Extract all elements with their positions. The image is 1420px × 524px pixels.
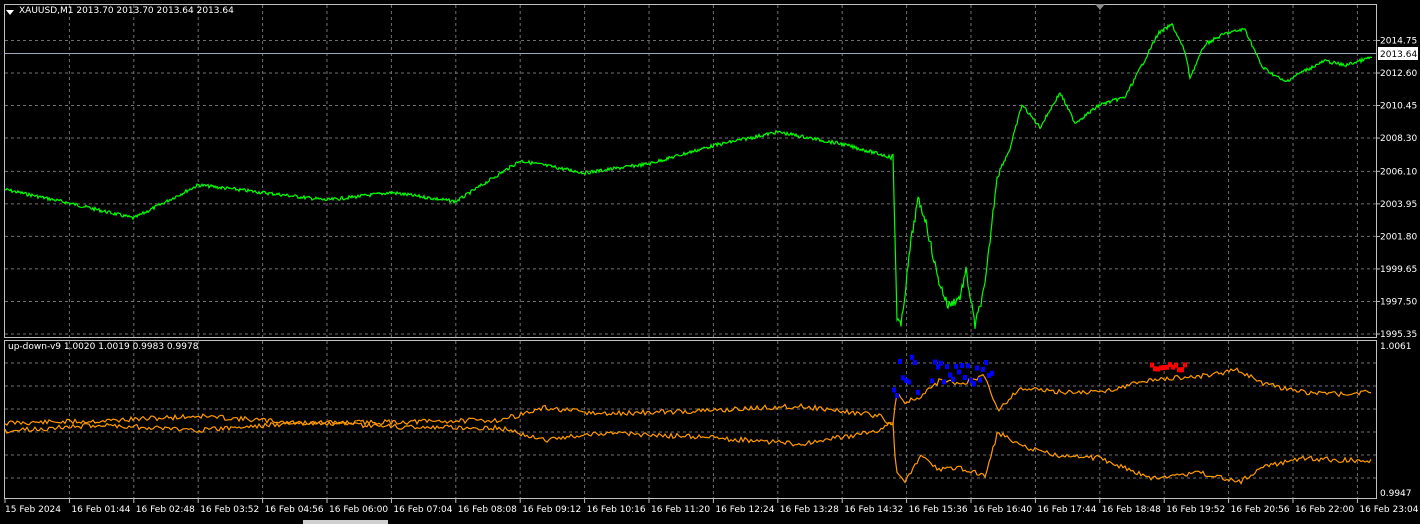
price-tick-label: 1995.35 xyxy=(1380,330,1417,340)
symbol-title: XAUUSD,M1 2013.70 2013.70 2013.64 2013.6… xyxy=(19,6,234,16)
up-signal-marker xyxy=(916,389,920,395)
up-signal-marker xyxy=(942,379,946,385)
time-tick-label: 16 Feb 16:40 xyxy=(973,505,1032,515)
price-tick-label: 2010.45 xyxy=(1380,102,1417,112)
indicator-lines xyxy=(4,367,1372,485)
price-line-group xyxy=(4,22,1373,329)
time-tick-label: 16 Feb 14:32 xyxy=(844,505,903,515)
up-signal-marker xyxy=(907,379,911,385)
time-tick-label: 16 Feb 20:56 xyxy=(1231,505,1290,515)
time-tick-label: 16 Feb 19:52 xyxy=(1166,505,1225,515)
up-signal-marker xyxy=(990,370,994,376)
time-tick-label: 16 Feb 08:08 xyxy=(458,505,517,515)
collapse-arrow-icon[interactable] xyxy=(6,10,14,15)
price-tick-label: 2014.75 xyxy=(1380,36,1417,46)
chart-grid xyxy=(5,5,1376,498)
chart-scroll-strip[interactable] xyxy=(303,520,388,524)
up-signal-marker xyxy=(963,375,967,380)
up-signal-marker xyxy=(945,364,949,370)
time-tick-label: 16 Feb 03:52 xyxy=(200,505,259,515)
price-tick-label: 2003.95 xyxy=(1380,200,1417,210)
up-signal-marker xyxy=(954,363,958,369)
up-signal-marker xyxy=(972,381,976,387)
up-signal-marker xyxy=(957,369,961,375)
indicator-axis-top: 1.0061 xyxy=(1380,342,1412,352)
current-price-label: 2013.64 xyxy=(1378,47,1418,60)
up-signal-marker xyxy=(960,363,964,368)
down-signal-marker xyxy=(1174,362,1178,368)
up-signal-marker xyxy=(898,358,902,364)
time-tick-label: 16 Feb 23:04 xyxy=(1359,505,1418,515)
up-signal-marker xyxy=(984,360,988,365)
price-tick-label: 2001.80 xyxy=(1380,232,1417,242)
indicator-lower-line xyxy=(4,419,1372,485)
time-tick-label: 16 Feb 06:00 xyxy=(329,505,388,515)
up-signal-marker xyxy=(939,360,943,366)
price-tick-label: 2006.10 xyxy=(1380,167,1417,177)
time-tick-label: 16 Feb 11:20 xyxy=(651,505,710,515)
chart-canvas: 2014.75 2012.60 2010.45 2008.30 2006.10 2003.… xyxy=(4,4,1419,515)
up-signal-marker xyxy=(975,365,979,371)
time-tick-label: 16 Feb 01:44 xyxy=(71,505,130,515)
time-tick-label: 16 Feb 02:48 xyxy=(136,505,195,515)
price-line xyxy=(4,22,1373,329)
chart-shift-marker-icon[interactable] xyxy=(1095,4,1105,10)
time-tick-label: 16 Feb 17:44 xyxy=(1037,505,1096,515)
down-signal-marker xyxy=(1180,367,1184,373)
price-tick-label: 1997.50 xyxy=(1380,297,1417,307)
up-signal-marker xyxy=(913,360,917,366)
time-tick-label: 16 Feb 15:36 xyxy=(909,505,968,515)
indicator-title: up-down-v9 1.0020 1.0019 0.9983 0.9978 xyxy=(8,342,199,352)
up-signal-marker xyxy=(895,393,899,399)
current-price-text: 2013.64 xyxy=(1380,50,1417,60)
up-signal-marker xyxy=(981,366,985,372)
price-tick-label: 1999.65 xyxy=(1380,265,1417,275)
up-signal-marker xyxy=(910,354,914,360)
time-tick-label: 16 Feb 07:04 xyxy=(393,505,452,515)
time-tick-label: 15 Feb 2024 xyxy=(5,505,61,515)
time-tick-label: 16 Feb 10:16 xyxy=(587,505,646,515)
up-signal-marker xyxy=(966,363,970,369)
time-tick-label: 16 Feb 22:00 xyxy=(1295,505,1354,515)
price-tick-label: 2012.60 xyxy=(1380,69,1417,79)
indicator-upper-line xyxy=(4,367,1372,427)
up-signal-marker xyxy=(933,359,937,365)
up-signal-marker xyxy=(951,376,955,382)
up-signal-marker xyxy=(930,378,934,384)
indicator-markers xyxy=(892,354,1187,399)
up-signal-marker xyxy=(892,387,896,393)
time-tick-label: 16 Feb 09:12 xyxy=(522,505,581,515)
time-axis: 15 Feb 2024 16 Feb 01:44 16 Feb 02:48 16 Fe… xyxy=(4,499,1419,515)
price-tick-label: 2008.30 xyxy=(1380,134,1417,144)
time-tick-label: 16 Feb 13:28 xyxy=(780,505,839,515)
time-tick-label: 16 Feb 04:56 xyxy=(265,505,324,515)
up-signal-marker xyxy=(978,377,982,383)
time-tick-label: 16 Feb 12:24 xyxy=(715,505,774,515)
down-signal-marker xyxy=(1183,362,1187,368)
time-tick-label: 16 Feb 18:48 xyxy=(1102,505,1161,515)
indicator-axis-bottom: 0.9947 xyxy=(1380,489,1412,499)
price-axis: 2014.75 2012.60 2010.45 2008.30 2006.10 2003.… xyxy=(1376,36,1417,340)
